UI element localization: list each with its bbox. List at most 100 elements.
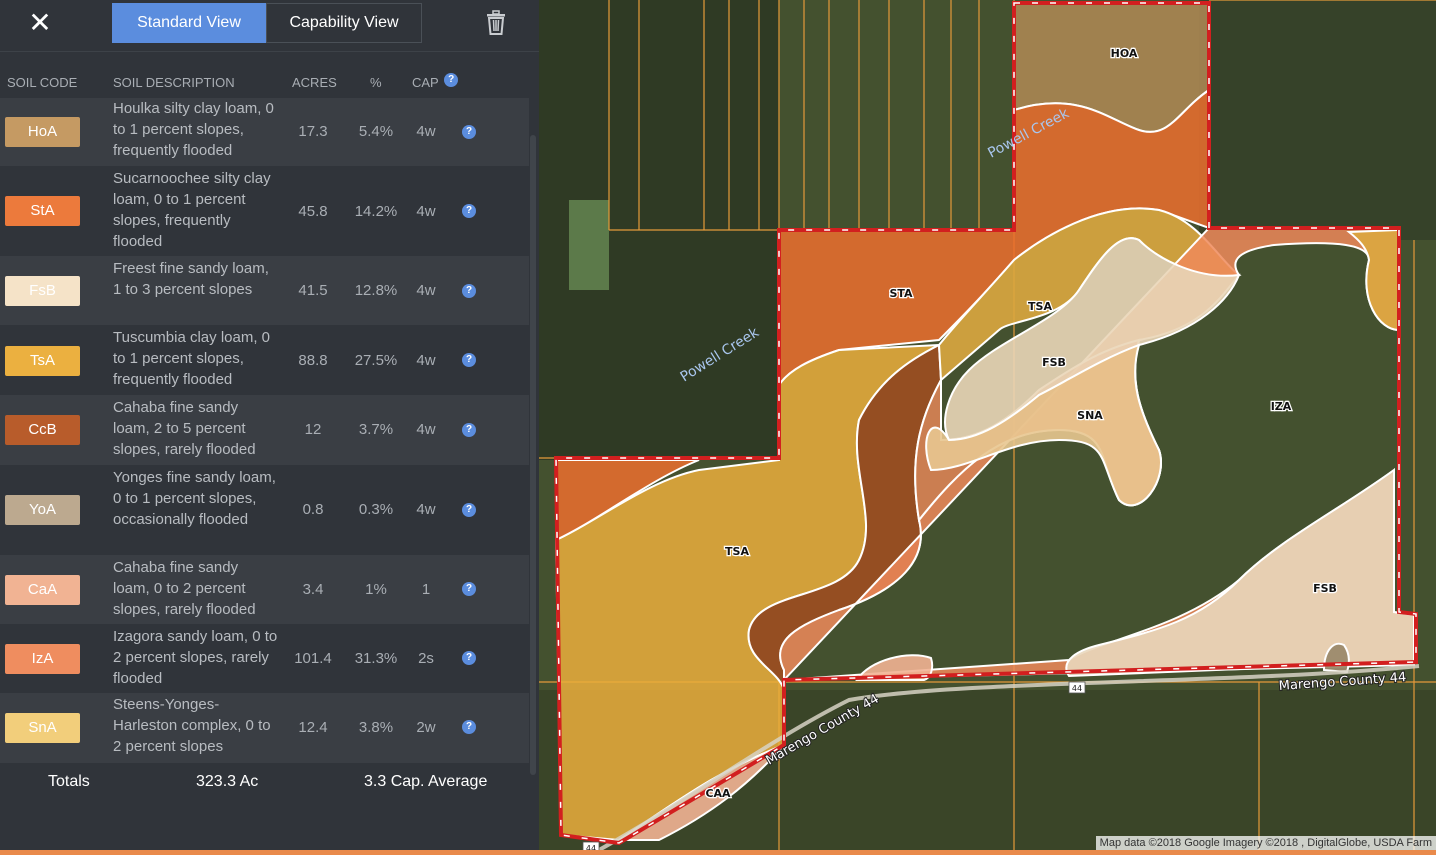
soil-percent: 3.8% bbox=[358, 719, 394, 736]
help-icon[interactable]: ? bbox=[462, 720, 476, 734]
help-icon[interactable]: ? bbox=[462, 204, 476, 218]
soil-percent: 14.2% bbox=[354, 203, 398, 220]
header-percent: % bbox=[370, 75, 382, 90]
table-row[interactable]: FsB Freest fine sandy loam, 1 to 3 perce… bbox=[0, 256, 529, 325]
map-label-iza: IZA bbox=[1271, 400, 1292, 413]
soil-percent: 31.3% bbox=[354, 650, 398, 667]
delete-button[interactable] bbox=[485, 10, 507, 36]
header-soil-code: SOIL CODE bbox=[7, 75, 78, 90]
header-acres: ACRES bbox=[292, 75, 337, 90]
trash-icon bbox=[487, 10, 505, 35]
soil-description: Cahaba fine sandy loam, 2 to 5 percent s… bbox=[113, 399, 256, 458]
soil-code-swatch: HoA bbox=[5, 117, 80, 147]
table-row[interactable]: CcB Cahaba fine sandy loam, 2 to 5 perce… bbox=[0, 395, 529, 465]
soil-description: Yonges fine sandy loam, 0 to 1 percent s… bbox=[113, 469, 276, 528]
table-row[interactable]: YoA Yonges fine sandy loam, 0 to 1 perce… bbox=[0, 465, 529, 555]
table-row[interactable]: TsA Tuscumbia clay loam, 0 to 1 percent … bbox=[0, 325, 529, 395]
standard-view-button[interactable]: Standard View bbox=[112, 3, 266, 43]
soil-acres: 12.4 bbox=[298, 719, 328, 736]
map-label-tsa-north: TSA bbox=[1028, 300, 1052, 313]
close-button[interactable]: ✕ bbox=[26, 8, 54, 38]
capability-view-button[interactable]: Capability View bbox=[266, 3, 422, 43]
table-row[interactable]: SnA Steens-Yonges-Harleston complex, 0 t… bbox=[0, 693, 529, 763]
map-canvas: HOA STA TSA FSB SNA IZA TSA FSB CAA Mare… bbox=[539, 0, 1436, 850]
soil-cap: 2s bbox=[418, 650, 434, 667]
map-label-fsb-north: FSB bbox=[1042, 356, 1066, 369]
map-label-hoa: HOA bbox=[1111, 47, 1138, 60]
soil-cap: 2w bbox=[416, 719, 436, 736]
view-toggle: Standard View Capability View bbox=[112, 3, 422, 43]
map-label-tsa-south: TSA bbox=[725, 545, 749, 558]
help-icon[interactable]: ? bbox=[462, 423, 476, 437]
soil-acres: 3.4 bbox=[302, 581, 324, 598]
totals-label: Totals bbox=[48, 773, 90, 790]
soil-acres: 88.8 bbox=[298, 352, 328, 369]
close-icon: ✕ bbox=[28, 7, 52, 38]
table-row[interactable]: CaA Cahaba fine sandy loam, 0 to 2 perce… bbox=[0, 555, 529, 624]
soil-code-swatch: YoA bbox=[5, 495, 80, 525]
map-label-fsb-south: FSB bbox=[1313, 582, 1337, 595]
soil-code-swatch: FsB bbox=[5, 276, 80, 306]
soil-description: Izagora sandy loam, 0 to 2 percent slope… bbox=[113, 628, 278, 687]
help-icon[interactable]: ? bbox=[462, 503, 476, 517]
soil-code-swatch: CcB bbox=[5, 415, 80, 445]
field-area bbox=[569, 200, 609, 290]
header-cap-label: CAP bbox=[412, 75, 439, 90]
soil-description: Cahaba fine sandy loam, 0 to 2 percent s… bbox=[113, 559, 256, 618]
soil-code-swatch: StA bbox=[5, 196, 80, 226]
soil-description: Tuscumbia clay loam, 0 to 1 percent slop… bbox=[113, 329, 271, 388]
road-shield-number: 44 bbox=[1072, 684, 1082, 693]
soil-acres: 41.5 bbox=[298, 282, 328, 299]
soil-description: Steens-Yonges-Harleston complex, 0 to 2 … bbox=[113, 696, 271, 755]
soil-code-swatch: SnA bbox=[5, 713, 80, 743]
soil-cap: 4w bbox=[416, 501, 436, 518]
table-row[interactable]: IzA Izagora sandy loam, 0 to 2 percent s… bbox=[0, 624, 529, 693]
header-soil-description: SOIL DESCRIPTION bbox=[113, 75, 235, 90]
soil-acres: 17.3 bbox=[298, 123, 328, 140]
soil-acres: 101.4 bbox=[294, 650, 332, 667]
soil-description: Sucarnoochee silty clay loam, 0 to 1 per… bbox=[113, 170, 271, 250]
cap-help-icon[interactable]: ? bbox=[444, 73, 459, 87]
soil-percent: 3.7% bbox=[358, 421, 394, 438]
soil-percent: 27.5% bbox=[354, 352, 398, 369]
forest-area bbox=[1199, 0, 1436, 240]
table-header: SOIL CODE SOIL DESCRIPTION ACRES % CAP ? bbox=[0, 66, 539, 98]
soil-panel: ✕ Standard View Capability View SOIL COD… bbox=[0, 0, 539, 855]
help-icon[interactable]: ? bbox=[462, 125, 476, 139]
soil-acres: 12 bbox=[304, 421, 322, 438]
help-icon[interactable]: ? bbox=[462, 651, 476, 665]
soil-cap: 4w bbox=[416, 421, 436, 438]
table-row[interactable]: HoA Houlka silty clay loam, 0 to 1 perce… bbox=[0, 98, 529, 166]
map-attribution: Map data ©2018 Google Imagery ©2018 , Di… bbox=[1095, 836, 1436, 850]
table-row[interactable]: StA Sucarnoochee silty clay loam, 0 to 1… bbox=[0, 166, 529, 256]
soil-description: Houlka silty clay loam, 0 to 1 percent s… bbox=[113, 100, 274, 159]
bottom-accent-strip bbox=[0, 850, 1436, 855]
help-icon[interactable]: ? bbox=[462, 284, 476, 298]
soil-description: Freest fine sandy loam, 1 to 3 percent s… bbox=[113, 260, 269, 298]
header-cap: CAP ? bbox=[412, 73, 459, 90]
table-scrollbar[interactable] bbox=[530, 135, 536, 775]
soil-acres: 0.8 bbox=[302, 501, 324, 518]
soil-cap: 4w bbox=[416, 123, 436, 140]
soil-cap: 1 bbox=[421, 581, 431, 598]
soil-cap: 4w bbox=[416, 352, 436, 369]
soil-cap: 4w bbox=[416, 282, 436, 299]
help-icon[interactable]: ? bbox=[462, 582, 476, 596]
map-label-caa: CAA bbox=[705, 787, 731, 800]
soil-percent: 0.3% bbox=[358, 501, 394, 518]
soil-percent: 12.8% bbox=[354, 282, 398, 299]
soil-percent: 5.4% bbox=[358, 123, 394, 140]
soil-code-swatch: CaA bbox=[5, 575, 80, 605]
soil-cap: 4w bbox=[416, 203, 436, 220]
soil-code-swatch: IzA bbox=[5, 644, 80, 674]
totals-acres: 323.3 Ac bbox=[196, 773, 259, 790]
soil-percent: 1% bbox=[365, 581, 387, 598]
soil-code-swatch: TsA bbox=[5, 346, 80, 376]
help-icon[interactable]: ? bbox=[462, 353, 476, 367]
totals-cap-average: 3.3 Cap. Average bbox=[364, 773, 488, 790]
soil-map[interactable]: HOA STA TSA FSB SNA IZA TSA FSB CAA Mare… bbox=[539, 0, 1436, 850]
map-label-sna: SNA bbox=[1077, 409, 1103, 422]
map-label-sta: STA bbox=[889, 287, 913, 300]
soil-acres: 45.8 bbox=[298, 203, 328, 220]
totals-row: Totals 323.3 Ac 3.3 Cap. Average bbox=[0, 765, 539, 797]
